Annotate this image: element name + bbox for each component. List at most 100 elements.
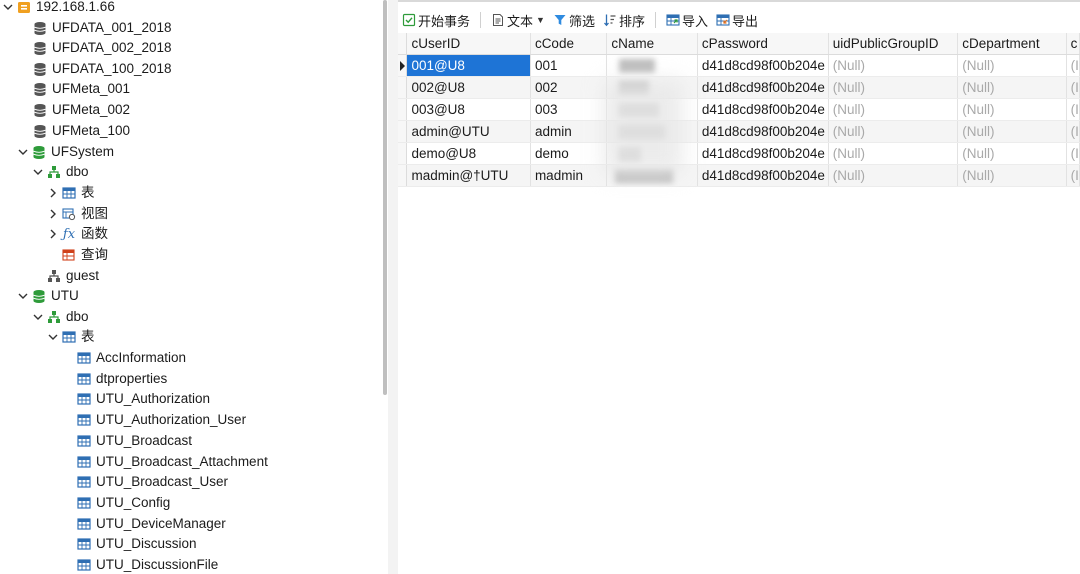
tree-node-table[interactable]: UTU_Broadcast_User — [77, 472, 228, 492]
row-header[interactable] — [398, 76, 408, 99]
cell-cpassword[interactable]: d41d8cd98f00b204e — [697, 120, 829, 143]
cell-cdepartment[interactable]: (Null) — [957, 54, 1067, 77]
column-header[interactable]: uidPublicGroupID — [828, 33, 959, 55]
tree-node-table[interactable]: UTU_Broadcast_Attachment — [77, 452, 268, 472]
chevron-down-icon[interactable] — [17, 146, 29, 158]
cell-cpassword[interactable]: d41d8cd98f00b204e — [697, 54, 829, 77]
cell-ccode[interactable]: 003 — [530, 98, 608, 121]
cell-cname[interactable] — [606, 120, 698, 143]
chevron-down-icon[interactable] — [17, 290, 29, 302]
tree-node-schema-guest[interactable]: guest — [47, 266, 99, 286]
chevron-down-icon[interactable] — [32, 311, 44, 323]
cell-cdepartment[interactable]: (Null) — [957, 76, 1067, 99]
tree-node-tables[interactable]: 表 — [47, 327, 95, 347]
tree-node-database[interactable]: UFMeta_002 — [33, 100, 130, 120]
chevron-down-icon[interactable] — [2, 1, 14, 13]
cell-cname[interactable] — [606, 142, 698, 165]
column-header[interactable]: cName — [606, 33, 698, 55]
tree-node-table[interactable]: UTU_Discussion — [77, 534, 197, 554]
tree-node-table[interactable]: AccInformation — [77, 348, 186, 368]
chevron-right-icon[interactable] — [47, 228, 59, 240]
export-button[interactable]: 导出 — [712, 9, 762, 31]
tree-node-schema-dbo[interactable]: dbo — [32, 162, 89, 182]
cell-cuserid[interactable]: madmin@†UTU — [406, 164, 531, 187]
chevron-down-icon[interactable] — [32, 166, 44, 178]
cell-truncated[interactable]: (I — [1066, 98, 1080, 121]
table-row[interactable]: demo@U8 demo d41d8cd98f00b204e (Null) (Null)… — [398, 142, 1080, 165]
tree-node-table[interactable]: UTU_Authorization_User — [77, 410, 246, 430]
cell-truncated[interactable]: (I — [1066, 120, 1080, 143]
cell-uidpublicgroupid[interactable]: (Null) — [828, 98, 959, 121]
column-header[interactable]: cUserID — [406, 33, 531, 55]
filter-button[interactable]: 筛选 — [549, 9, 599, 31]
tree-node-table[interactable]: UTU_DeviceManager — [77, 514, 226, 534]
tree-node-utu[interactable]: UTU — [17, 286, 79, 306]
cell-ccode[interactable]: madmin — [530, 164, 608, 187]
tree-node-database[interactable]: UFMeta_100 — [33, 121, 130, 141]
import-button[interactable]: 导入 — [662, 9, 712, 31]
table-row[interactable]: madmin@†UTU madmin d41d8cd98f00b204e (Null)… — [398, 164, 1080, 187]
column-header[interactable]: cPassword — [697, 33, 829, 55]
cell-uidpublicgroupid[interactable]: (Null) — [828, 76, 959, 99]
tree-scrollbar[interactable] — [383, 0, 387, 395]
tree-node-table[interactable]: UTU_Authorization — [77, 389, 210, 409]
cell-cname[interactable] — [606, 76, 698, 99]
cell-cdepartment[interactable]: (Null) — [957, 142, 1067, 165]
tree-node-table[interactable]: dtproperties — [77, 369, 167, 389]
cell-truncated[interactable]: (I — [1066, 142, 1080, 165]
tree-node-functions[interactable]: ƒx 函数 — [47, 224, 108, 244]
cell-cdepartment[interactable]: (Null) — [957, 120, 1067, 143]
table-row[interactable]: 002@U8 002 d41d8cd98f00b204e (Null) (Null) (I — [398, 76, 1080, 99]
cell-cpassword[interactable]: d41d8cd98f00b204e — [697, 142, 829, 165]
cell-cdepartment[interactable]: (Null) — [957, 164, 1067, 187]
row-header[interactable] — [398, 98, 408, 121]
cell-uidpublicgroupid[interactable]: (Null) — [828, 142, 959, 165]
cell-cname[interactable] — [606, 164, 698, 187]
tree-node-table[interactable]: UTU_Broadcast — [77, 431, 192, 451]
cell-cuserid[interactable]: demo@U8 — [406, 142, 531, 165]
tree-node-database[interactable]: UFMeta_001 — [33, 79, 130, 99]
sort-button[interactable]: 排序 — [599, 9, 649, 31]
chevron-down-icon[interactable] — [47, 331, 59, 343]
cell-cpassword[interactable]: d41d8cd98f00b204e — [697, 76, 829, 99]
tree-node-database[interactable]: UFDATA_002_2018 — [33, 38, 172, 58]
cell-cname[interactable] — [606, 98, 698, 121]
cell-uidpublicgroupid[interactable]: (Null) — [828, 120, 959, 143]
row-header[interactable] — [398, 120, 408, 143]
tree-node-table[interactable]: UTU_DiscussionFile — [77, 555, 218, 574]
table-row[interactable]: 003@U8 003 d41d8cd98f00b204e (Null) (Null) (I — [398, 98, 1080, 121]
tree-node-ufsystem[interactable]: UFSystem — [17, 142, 114, 162]
column-header[interactable]: c — [1066, 33, 1080, 55]
table-row[interactable]: 001@U8 001 d41d8cd98f00b204e (Null) (Null) (I — [398, 54, 1080, 77]
tree-node-server[interactable]: 192.168.1.66 — [2, 0, 115, 17]
row-header[interactable] — [398, 54, 408, 77]
cell-cname[interactable] — [606, 54, 698, 77]
cell-uidpublicgroupid[interactable]: (Null) — [828, 54, 959, 77]
dropdown-caret-icon[interactable]: ▼ — [536, 15, 545, 25]
text-view-button[interactable]: 文本 ▼ — [487, 9, 549, 31]
column-header[interactable]: cDepartment — [957, 33, 1067, 55]
cell-cuserid[interactable]: 002@U8 — [406, 76, 531, 99]
tree-node-database[interactable]: UFDATA_100_2018 — [33, 59, 172, 79]
cell-ccode[interactable]: admin — [530, 120, 608, 143]
tree-node-table[interactable]: UTU_Config — [77, 493, 170, 513]
cell-ccode[interactable]: 001 — [530, 54, 608, 77]
panel-divider[interactable] — [388, 0, 398, 574]
cell-cuserid[interactable]: admin@UTU — [406, 120, 531, 143]
cell-cuserid[interactable]: 001@U8 — [406, 54, 531, 77]
tree-node-schema-dbo[interactable]: dbo — [32, 307, 89, 327]
tree-node-tables[interactable]: 表 — [47, 183, 95, 203]
cell-truncated[interactable]: (I — [1066, 164, 1080, 187]
row-header[interactable] — [398, 142, 408, 165]
row-header[interactable] — [398, 164, 408, 187]
tree-node-database[interactable]: UFDATA_001_2018 — [33, 18, 172, 38]
tree-node-views[interactable]: 视图 — [47, 204, 108, 224]
table-row[interactable]: admin@UTU admin d41d8cd98f00b204e (Null) (Nu… — [398, 120, 1080, 143]
begin-transaction-button[interactable]: 开始事务 — [398, 9, 474, 31]
cell-ccode[interactable]: demo — [530, 142, 608, 165]
cell-cpassword[interactable]: d41d8cd98f00b204e — [697, 98, 829, 121]
cell-cuserid[interactable]: 003@U8 — [406, 98, 531, 121]
tree-node-queries[interactable]: 查询 — [62, 245, 108, 265]
column-header[interactable]: cCode — [530, 33, 608, 55]
cell-uidpublicgroupid[interactable]: (Null) — [828, 164, 959, 187]
